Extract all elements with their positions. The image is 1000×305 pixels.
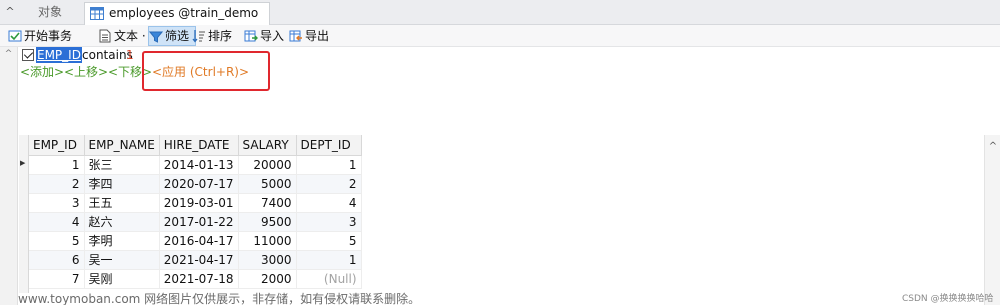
column-header-dept-id[interactable]: DEPT_ID <box>296 135 362 156</box>
data-grid: EMP_ID EMP_NAME HIRE_DATE SALARY DEPT_ID… <box>29 135 362 289</box>
cell-dept-id[interactable]: 1 <box>296 155 362 175</box>
cell-emp-name[interactable]: 王五 <box>84 193 160 213</box>
import-icon <box>244 30 258 42</box>
results-table: EMP_ID EMP_NAME HIRE_DATE SALARY DEPT_ID… <box>29 135 362 289</box>
cell-emp-id[interactable]: 3 <box>29 193 85 213</box>
table-row[interactable]: 6 吴一 2021-04-17 3000 1 <box>29 250 362 270</box>
column-header-hire-date[interactable]: HIRE_DATE <box>159 135 239 156</box>
import-button[interactable]: 导入 <box>244 25 290 47</box>
cell-emp-name[interactable]: 赵六 <box>84 212 160 232</box>
cell-emp-id[interactable]: 4 <box>29 212 85 232</box>
cell-salary[interactable]: 5000 <box>238 174 297 194</box>
filter-field[interactable]: EMP_ID <box>36 47 82 63</box>
begin-transaction-button[interactable]: 开始事务 <box>8 25 108 47</box>
import-label: 导入 <box>260 29 285 43</box>
tab-bar: ^ 对象 employees @train_demo (l... <box>0 0 1000 41</box>
cell-hire-date[interactable]: 2021-07-18 <box>159 269 239 289</box>
cell-emp-name[interactable]: 张三 <box>84 155 160 175</box>
left-gutter: ^ <box>0 47 18 305</box>
cell-emp-id[interactable]: 1 <box>29 155 85 175</box>
add-filter-link[interactable]: <添加> <box>20 64 64 80</box>
cell-dept-id-null[interactable]: (Null) <box>296 269 362 289</box>
collapse-up-icon[interactable]: ^ <box>0 0 20 25</box>
cell-emp-name[interactable]: 吴刚 <box>84 269 160 289</box>
csdn-credit: CSDN @换换换换哈哈 <box>902 294 994 304</box>
export-label: 导出 <box>305 29 330 43</box>
cell-hire-date[interactable]: 2014-01-13 <box>159 155 239 175</box>
cell-emp-id[interactable]: 5 <box>29 231 85 251</box>
cell-emp-name[interactable]: 吴一 <box>84 250 160 270</box>
cell-emp-id[interactable]: 7 <box>29 269 85 289</box>
cell-emp-id[interactable]: 6 <box>29 250 85 270</box>
table-row[interactable]: 2 李四 2020-07-17 5000 2 <box>29 174 362 194</box>
filter-icon <box>149 31 163 43</box>
cell-hire-date[interactable]: 2017-01-22 <box>159 212 239 232</box>
export-icon <box>289 30 302 42</box>
column-header-emp-name[interactable]: EMP_NAME <box>84 135 160 156</box>
cell-hire-date[interactable]: 2019-03-01 <box>159 193 239 213</box>
export-button[interactable]: 导出 <box>289 25 335 47</box>
cell-dept-id[interactable]: 2 <box>296 174 362 194</box>
table-icon <box>90 7 104 20</box>
sort-button[interactable]: 排序 <box>192 25 242 47</box>
scroll-up-arrow-icon[interactable]: ^ <box>985 141 1000 152</box>
cell-emp-id[interactable]: 2 <box>29 174 85 194</box>
sort-label: 排序 <box>208 29 233 43</box>
table-row[interactable]: 3 王五 2019-03-01 7400 4 <box>29 193 362 213</box>
cell-salary[interactable]: 3000 <box>238 250 297 270</box>
sort-icon <box>192 30 205 43</box>
cell-salary[interactable]: 2000 <box>238 269 297 289</box>
table-row[interactable]: 4 赵六 2017-01-22 9500 3 <box>29 212 362 232</box>
cell-dept-id[interactable]: 4 <box>296 193 362 213</box>
text-label: 文本 · <box>114 29 146 43</box>
cell-hire-date[interactable]: 2020-07-17 <box>159 174 239 194</box>
header-row: EMP_ID EMP_NAME HIRE_DATE SALARY DEPT_ID <box>29 135 362 156</box>
cell-hire-date[interactable]: 2016-04-17 <box>159 231 239 251</box>
filter-button[interactable]: 筛选 <box>148 26 196 46</box>
watermark-text: www.toymoban.com 网络图片仅供展示，非存储，如有侵权请联系删除。 <box>18 292 421 305</box>
vertical-scrollbar[interactable]: ^ <box>984 135 1000 305</box>
column-header-emp-id[interactable]: EMP_ID <box>29 135 85 156</box>
cell-hire-date[interactable]: 2021-04-17 <box>159 250 239 270</box>
table-row[interactable]: 1 张三 2014-01-13 20000 1 <box>29 155 362 175</box>
cell-emp-name[interactable]: 李明 <box>84 231 160 251</box>
begin-transaction-label: 开始事务 <box>24 29 73 43</box>
table-row[interactable]: 5 李明 2016-04-17 11000 5 <box>29 231 362 251</box>
document-icon <box>99 29 111 43</box>
filter-label: 筛选 <box>165 29 190 43</box>
transaction-icon <box>8 30 22 42</box>
cell-dept-id[interactable]: 5 <box>296 231 362 251</box>
current-row-indicator-icon: ▶ <box>20 159 26 167</box>
cell-salary[interactable]: 9500 <box>238 212 297 232</box>
cell-salary[interactable]: 7400 <box>238 193 297 213</box>
table-row[interactable]: 7 吴刚 2021-07-18 2000 (Null) <box>29 269 362 289</box>
filter-value[interactable]: 1 <box>126 47 134 63</box>
scroll-up-icon[interactable]: ^ <box>0 47 17 61</box>
filter-enabled-checkbox[interactable] <box>22 49 34 61</box>
tab-employees[interactable]: employees @train_demo (l... <box>84 2 270 41</box>
cell-salary[interactable]: 20000 <box>238 155 297 175</box>
column-header-salary[interactable]: SALARY <box>238 135 297 156</box>
cell-salary[interactable]: 11000 <box>238 231 297 251</box>
apply-highlight-box <box>142 51 270 91</box>
move-up-link[interactable]: <上移> <box>64 64 108 80</box>
cell-dept-id[interactable]: 1 <box>296 250 362 270</box>
cell-emp-name[interactable]: 李四 <box>84 174 160 194</box>
cell-dept-id[interactable]: 3 <box>296 212 362 232</box>
tab-objects[interactable]: 对象 <box>30 2 90 25</box>
toolbar: 开始事务 文本 · 筛选 排序 导入 导出 <box>0 25 1000 47</box>
